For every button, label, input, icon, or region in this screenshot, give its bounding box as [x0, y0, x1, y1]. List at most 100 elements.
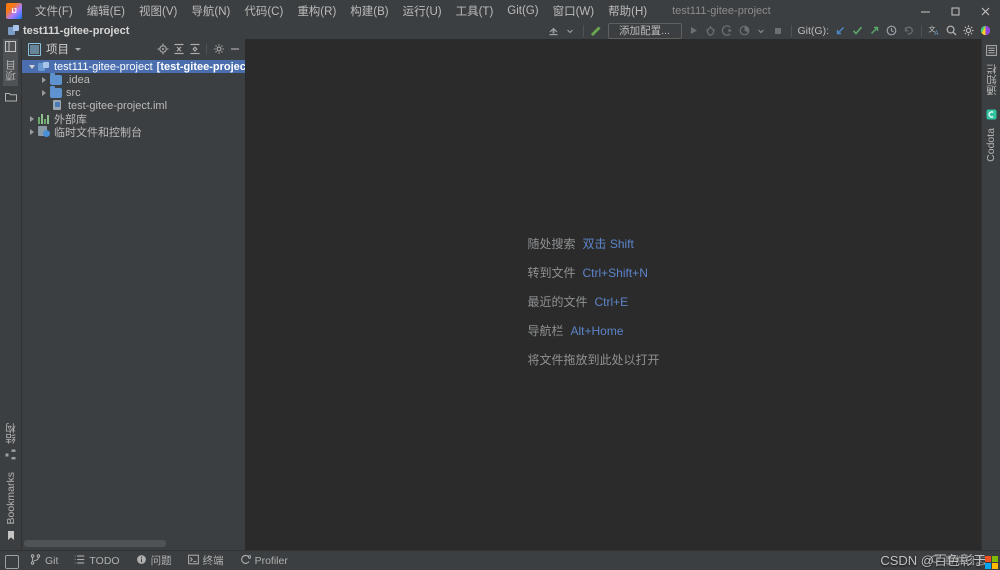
- menu-run[interactable]: 运行(U): [396, 1, 449, 21]
- tree-node-scratches[interactable]: 临时文件和控制台: [22, 125, 245, 139]
- chevron-down-icon[interactable]: [75, 47, 81, 51]
- breadcrumb[interactable]: test111-gitee-project: [23, 25, 129, 37]
- status-terminal[interactable]: 终端: [180, 552, 232, 569]
- git-rollback-icon[interactable]: [900, 23, 917, 39]
- chevron-collapsed-icon[interactable]: [38, 77, 50, 83]
- iml-file-icon: [52, 100, 66, 111]
- menu-tools[interactable]: 工具(T): [449, 1, 501, 21]
- project-tree-horizontal-scrollbar[interactable]: [22, 539, 245, 550]
- hint-recent-files: 最近的文件 Ctrl+E: [527, 293, 659, 310]
- update-project-icon[interactable]: [545, 23, 562, 39]
- run-with-coverage-icon[interactable]: [719, 23, 736, 39]
- chevron-collapsed-icon[interactable]: [26, 116, 38, 122]
- sidebar-item-codota[interactable]: Codota: [985, 107, 997, 167]
- module-icon: [38, 61, 52, 72]
- tree-node-module-name: [test-gitee-project]: [156, 60, 245, 73]
- sidebar-item-structure-label: 结构: [5, 423, 17, 445]
- menu-help[interactable]: 帮助(H): [601, 1, 654, 21]
- stop-icon[interactable]: [770, 23, 787, 39]
- chevron-collapsed-icon[interactable]: [38, 90, 50, 96]
- hint-shortcut: Ctrl+Shift+N: [582, 266, 648, 280]
- toolbar-separator: [582, 24, 584, 37]
- status-problems[interactable]: 问题: [128, 552, 180, 569]
- sidebar-item-commit[interactable]: [1, 88, 21, 108]
- menu-edit[interactable]: 编辑(E): [80, 1, 132, 21]
- gear-icon[interactable]: [211, 42, 226, 57]
- tree-node-src[interactable]: src: [22, 85, 245, 99]
- run-icon[interactable]: [685, 23, 702, 39]
- chevron-expanded-icon[interactable]: [26, 65, 38, 69]
- hint-label: 将文件拖放到此处以打开: [527, 353, 660, 367]
- sidebar-item-structure[interactable]: 结构: [3, 418, 18, 465]
- taskbar-file-explorer-icon[interactable]: [5, 555, 19, 569]
- profile-dropdown-chevron-down-icon[interactable]: [753, 23, 770, 39]
- collapse-all-icon[interactable]: [187, 42, 202, 57]
- debug-icon[interactable]: [702, 23, 719, 39]
- sidebar-item-notifications[interactable]: 通知栏: [984, 43, 999, 101]
- tree-node-project-root[interactable]: test111-gitee-project [test-gitee-projec…: [22, 60, 245, 73]
- maximize-button[interactable]: [940, 0, 970, 22]
- window-controls: [910, 0, 1000, 22]
- project-tool-window-actions: [155, 42, 242, 57]
- notifications-icon: [985, 45, 997, 59]
- sidebar-item-codota-label: Codota: [985, 127, 997, 162]
- project-module-icon: [8, 25, 19, 36]
- hint-go-to-file: 转到文件 Ctrl+Shift+N: [527, 264, 659, 281]
- status-profiler[interactable]: Profiler: [232, 552, 296, 569]
- chevron-down-icon[interactable]: [562, 23, 579, 39]
- sidebar-item-project[interactable]: 项目: [3, 39, 18, 86]
- menu-window[interactable]: 窗口(W): [546, 1, 602, 21]
- hint-label: 转到文件: [527, 266, 576, 280]
- status-profiler-label: Profiler: [254, 554, 288, 567]
- hint-navigation-bar: 导航栏 Alt+Home: [527, 322, 659, 339]
- toolbar-separator-2: [790, 24, 792, 37]
- close-button[interactable]: [970, 0, 1000, 22]
- toolbar-separator-3: [921, 24, 922, 37]
- expand-all-icon[interactable]: [171, 42, 186, 57]
- hide-minimize-icon[interactable]: [227, 42, 242, 57]
- project-tree[interactable]: test111-gitee-project [test-gitee-projec…: [22, 59, 245, 539]
- tree-node-label: test111-gitee-project: [54, 60, 153, 73]
- profile-icon[interactable]: [736, 23, 753, 39]
- search-icon[interactable]: [943, 23, 960, 39]
- tree-node-label: .idea: [66, 73, 90, 86]
- chevron-collapsed-icon[interactable]: [26, 129, 38, 135]
- translate-icon[interactable]: 文 A: [926, 23, 943, 39]
- menu-build[interactable]: 构建(B): [343, 1, 395, 21]
- run-configuration-selector[interactable]: 添加配置...: [607, 22, 682, 39]
- status-git[interactable]: Git: [22, 552, 66, 569]
- codota-icon: [986, 109, 997, 123]
- sidebar-item-project-label: 项目: [5, 60, 17, 81]
- target-icon[interactable]: [155, 42, 170, 57]
- menu-navigate[interactable]: 导航(N): [184, 1, 237, 21]
- tree-node-idea[interactable]: .idea: [22, 72, 245, 86]
- git-commit-icon[interactable]: [849, 23, 866, 39]
- hint-shortcut: 双击 Shift: [582, 237, 634, 251]
- structure-icon: [5, 449, 16, 463]
- minimize-button[interactable]: [910, 0, 940, 22]
- menu-git[interactable]: Git(G): [500, 3, 545, 19]
- hint-label: 随处搜索: [527, 237, 576, 251]
- build-hammer-icon[interactable]: [588, 23, 605, 39]
- intellij-idea-logo-icon: [6, 3, 22, 19]
- project-tool-window-title: 项目: [46, 44, 69, 56]
- menu-code[interactable]: 代码(C): [237, 1, 290, 21]
- git-push-icon[interactable]: [866, 23, 883, 39]
- ai-assistant-icon[interactable]: [977, 23, 994, 39]
- main-toolbar: test111-gitee-project 添加配置... Git(G): 文 …: [0, 22, 1000, 39]
- menu-file[interactable]: 文件(F): [28, 1, 80, 21]
- hint-drop-files: 将文件拖放到此处以打开: [527, 351, 659, 368]
- menu-view[interactable]: 视图(V): [132, 1, 184, 21]
- editor-area[interactable]: 随处搜索 双击 Shift 转到文件 Ctrl+Shift+N 最近的文件 Ct…: [246, 39, 981, 550]
- git-history-icon[interactable]: [883, 23, 900, 39]
- tree-node-iml-file[interactable]: test-gitee-project.iml: [22, 99, 245, 112]
- gear-icon[interactable]: [960, 23, 977, 39]
- menu-refactor[interactable]: 重构(R): [290, 1, 343, 21]
- scrollbar-thumb[interactable]: [24, 540, 166, 547]
- menu-bar: 文件(F) 编辑(E) 视图(V) 导航(N) 代码(C) 重构(R) 构建(B…: [0, 0, 1000, 22]
- tree-node-label: 临时文件和控制台: [54, 126, 142, 139]
- git-update-icon[interactable]: [832, 23, 849, 39]
- sidebar-item-bookmarks[interactable]: Bookmarks: [5, 467, 17, 546]
- windows-logo-icon[interactable]: [985, 556, 998, 569]
- status-todo[interactable]: TODO: [66, 552, 127, 569]
